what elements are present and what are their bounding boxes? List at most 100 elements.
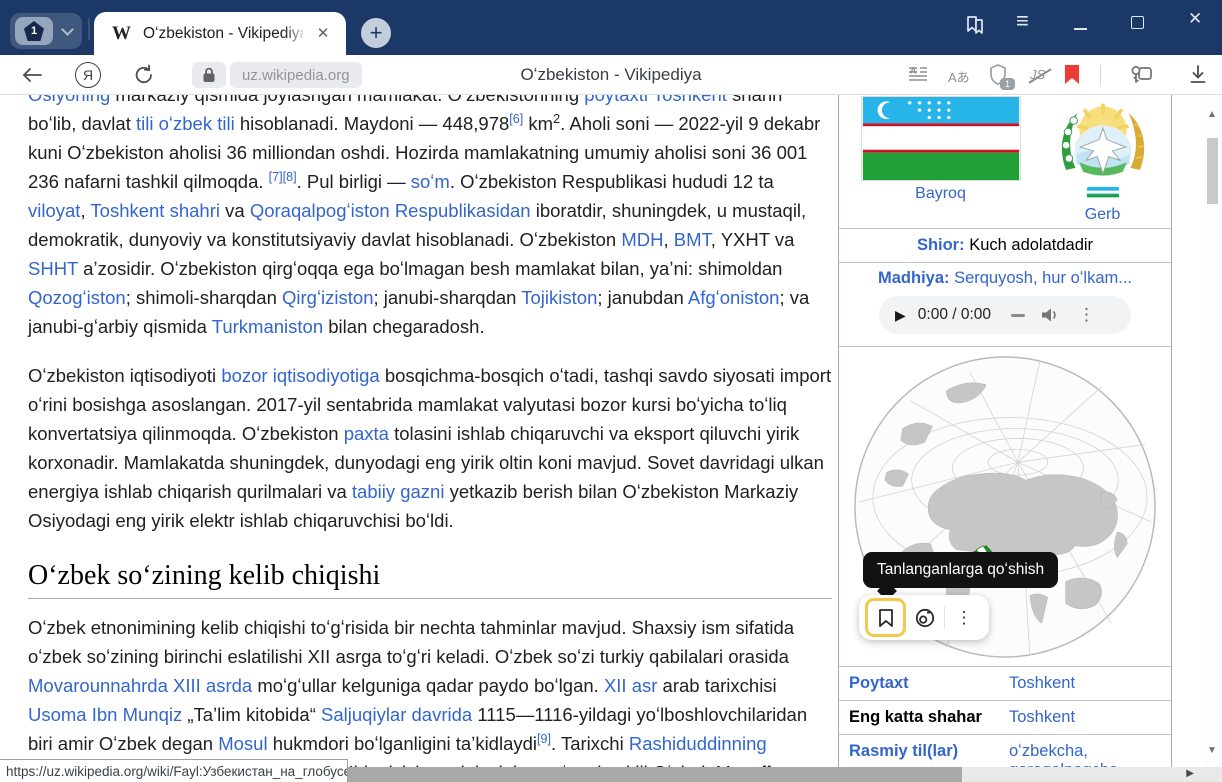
uzbekistan-coat-of-arms-image[interactable] xyxy=(1050,96,1156,202)
article-text: . Pul birligi — xyxy=(297,171,411,192)
motto-value: Kuch adolatdadir xyxy=(965,236,1093,254)
volume-icon[interactable] xyxy=(1041,307,1060,323)
download-icon[interactable] xyxy=(1188,64,1208,86)
article-link[interactable]: Qoraqalpogʻiston Respublikasidan xyxy=(250,200,531,221)
shield-badge: 1 xyxy=(1000,78,1015,90)
article-link[interactable]: Rashiduddinning xyxy=(629,733,767,754)
protect-shield-icon[interactable]: 1 xyxy=(988,63,1008,86)
article-text: aʼzosidir. Oʻzbekiston qirgʻoqqa ega boʻ… xyxy=(78,258,782,279)
url-domain: uz.wikipedia.org xyxy=(242,67,350,84)
audio-seekbar[interactable] xyxy=(1011,314,1025,317)
vertical-scroll-thumb[interactable] xyxy=(1207,138,1218,204)
article-body: Osiyoning markaziy qismida joylashgan ma… xyxy=(28,95,832,782)
anthem-label-link[interactable]: Madhiya: xyxy=(878,269,950,287)
horizontal-scrollbar[interactable]: ▶ xyxy=(348,767,1222,782)
article-link[interactable]: Osiyoning xyxy=(28,95,110,105)
article-link[interactable]: Usoma Ibn Munqiz xyxy=(28,704,182,725)
scroll-down-icon[interactable]: ▼ xyxy=(1207,745,1217,756)
article-link[interactable]: Qozogʻiston xyxy=(28,287,126,308)
article-link[interactable]: soʻm xyxy=(411,171,450,192)
article-link[interactable]: Afgʻoniston xyxy=(688,287,780,308)
article-text: arab tarixchisi xyxy=(657,675,776,696)
article-link[interactable]: [9] xyxy=(537,732,551,746)
uzbekistan-flag-image[interactable] xyxy=(861,96,1021,181)
row-value-link[interactable]: Toshkent xyxy=(1009,708,1075,727)
article-text: Oʻzbekiston iqtisodiyoti xyxy=(28,365,221,386)
section-heading: Oʻzbek soʻzining kelib chiqishi xyxy=(28,561,832,599)
article-link[interactable]: Qirgʻiziston xyxy=(282,287,374,308)
row-value-link[interactable]: Toshkent xyxy=(1009,674,1075,693)
toolbar-divider xyxy=(1100,65,1101,85)
article-link[interactable]: Movarounnahrda XIII asrda xyxy=(28,675,252,696)
article-link[interactable]: SHHT xyxy=(28,258,78,279)
titlebar-divider xyxy=(88,18,90,40)
flag-caption-link[interactable]: Bayroq xyxy=(915,185,966,203)
motto-row: Shior: Kuch adolatdadir xyxy=(839,228,1171,262)
article-link[interactable]: BMT xyxy=(674,229,711,250)
article-text: , YXHT va xyxy=(711,229,795,250)
menu-icon[interactable]: ≡ xyxy=(1016,8,1029,34)
article-link[interactable]: poytaxti Toshkent xyxy=(584,95,727,105)
article-link[interactable]: Toshkent shahri xyxy=(90,200,220,221)
back-button[interactable] xyxy=(20,64,44,86)
horizontal-scroll-thumb[interactable] xyxy=(348,767,962,782)
tab-close-icon[interactable]: ✕ xyxy=(312,22,334,44)
article-paragraph: Oʻzbek etnonimining kelib chiqishi toʻgʻ… xyxy=(28,613,832,782)
maximize-button[interactable] xyxy=(1131,16,1144,29)
article-link[interactable]: Turkmaniston xyxy=(212,316,323,337)
row-label-link[interactable]: Poytaxt xyxy=(849,674,1009,693)
coat-of-arms-caption-link[interactable]: Gerb xyxy=(1085,206,1121,224)
minimize-button[interactable] xyxy=(1074,28,1087,30)
article-link[interactable]: tabiiy gazni xyxy=(352,481,445,502)
article-link[interactable]: Mosul xyxy=(218,733,267,754)
article-link[interactable]: Tojikiston xyxy=(521,287,597,308)
play-icon[interactable]: ▶ xyxy=(895,307,906,324)
article-link[interactable]: MDH xyxy=(621,229,663,250)
address-bar[interactable]: uz.wikipedia.org xyxy=(230,62,362,88)
article-link[interactable]: Saljuqiylar davrida xyxy=(321,704,472,725)
infobox-images-row: Bayroq xyxy=(839,95,1171,228)
image-search-button[interactable] xyxy=(906,598,944,637)
article-text: hukmdori boʻlganligini taʼkidlaydi xyxy=(268,733,537,754)
article-link[interactable]: bozor iqtisodiyotiga xyxy=(221,365,379,386)
article-link[interactable]: XII asr xyxy=(604,675,657,696)
audio-player: ▶ 0:00 / 0:00 ⋮ xyxy=(879,296,1131,334)
page-content: Osiyoning markaziy qismida joylashgan ma… xyxy=(0,95,1222,782)
translate-icon[interactable]: Aあ xyxy=(948,67,970,86)
article-text: ; shimoli-sharqdan xyxy=(126,287,282,308)
browser-tab[interactable]: W Oʻzbekiston - Vikipediya ✕ xyxy=(94,12,346,55)
infobox-row-largest-city: Eng katta shahar Toshkent xyxy=(839,700,1171,734)
yandex-logo-icon: Я xyxy=(83,67,93,83)
tab-title: Oʻzbekiston - Vikipediya xyxy=(143,25,303,43)
tab-count: 1 xyxy=(24,21,44,41)
row-value-link[interactable]: oʻzbekcha, xyxy=(1009,742,1118,761)
motto-label-link[interactable]: Shior: xyxy=(917,236,965,254)
tab-group-button[interactable]: 1 xyxy=(10,13,82,49)
bookmark-page-icon[interactable] xyxy=(1064,64,1080,85)
add-to-favorites-button[interactable] xyxy=(865,598,906,637)
yandex-home-button[interactable]: Я xyxy=(75,62,101,88)
article-link[interactable]: [7][8] xyxy=(269,170,297,184)
new-tab-button[interactable]: + xyxy=(361,18,391,48)
audio-menu-icon[interactable]: ⋮ xyxy=(1078,305,1095,325)
article-link[interactable]: [6] xyxy=(509,112,523,126)
article-text: . Tarixchi xyxy=(551,733,629,754)
bookmark-icon xyxy=(878,608,894,628)
scroll-up-icon[interactable]: ▲ xyxy=(1207,109,1217,120)
vertical-scrollbar[interactable]: ▲ ▼ xyxy=(1204,95,1222,782)
window-close-button[interactable]: ✕ xyxy=(1188,9,1202,29)
article-link[interactable]: paxta xyxy=(344,423,389,444)
refresh-button[interactable] xyxy=(132,63,156,87)
article-link[interactable]: tili oʻzbek tili xyxy=(136,113,235,134)
scroll-right-icon[interactable]: ▶ xyxy=(1186,768,1194,779)
article-text: , xyxy=(663,229,673,250)
sidebar-toggle-icon[interactable] xyxy=(963,13,987,37)
reader-mode-icon[interactable]: A xyxy=(908,65,928,83)
passwords-icon[interactable] xyxy=(1128,63,1154,87)
article-text: km xyxy=(523,113,553,134)
image-more-button[interactable]: ⋮ xyxy=(945,598,983,637)
site-security-button[interactable] xyxy=(192,62,226,88)
anthem-title-link[interactable]: Serquyosh, hur oʻlkam... xyxy=(950,269,1133,287)
add-to-favorites-tooltip: Tanlanganlarga qoʻshish xyxy=(863,552,1058,588)
article-link[interactable]: viloyat xyxy=(28,200,80,221)
